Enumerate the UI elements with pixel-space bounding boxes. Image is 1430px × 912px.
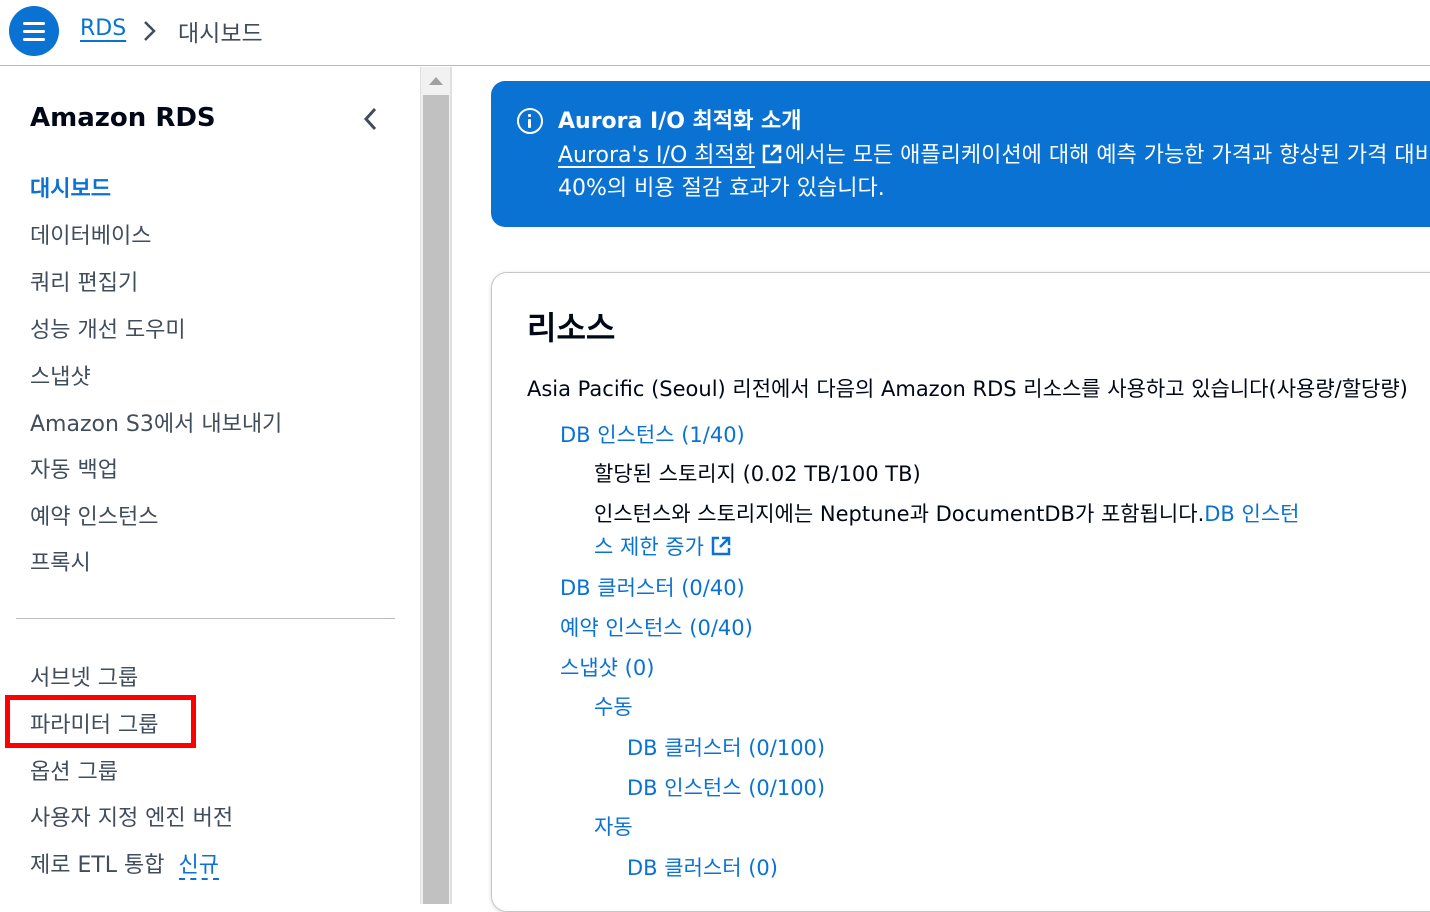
info-banner: Aurora I/O 최적화 소개 Aurora's I/O 최적화 에서는 모… — [491, 81, 1430, 227]
banner-text-line1: Aurora's I/O 최적화 에서는 모든 애플리케이션에 대해 예측 가능… — [558, 137, 1430, 169]
sidebar-item-custom-engine-versions[interactable]: 사용자 지정 엔진 버전 — [30, 800, 233, 832]
storage-note-text: 인스턴스와 스토리지에는 Neptune과 DocumentDB가 포함됩니다. — [594, 502, 1205, 526]
top-navigation-bar: RDS 대시보드 — [0, 0, 1430, 66]
auto-db-clusters-link[interactable]: DB 클러스터 (0) — [627, 852, 778, 882]
external-link-icon — [762, 144, 782, 164]
sidebar-item-subnet-groups[interactable]: 서브넷 그룹 — [30, 660, 138, 692]
sidebar-item-proxies[interactable]: 프록시 — [30, 545, 91, 577]
sidebar-item-reserved-instances[interactable]: 예약 인스턴스 — [30, 499, 158, 531]
aurora-io-optimized-link[interactable]: Aurora's I/O 최적화 — [558, 143, 755, 168]
manual-snapshots-link[interactable]: 수동 — [594, 691, 633, 721]
sidebar-item-query-editor[interactable]: 쿼리 편집기 — [30, 265, 138, 297]
chevron-left-icon[interactable] — [360, 105, 382, 133]
instance-limit-increase-link[interactable]: DB 인스턴 — [1204, 502, 1299, 526]
reserved-instances-link[interactable]: 예약 인스턴스 (0/40) — [560, 612, 753, 642]
chevron-right-icon — [144, 21, 156, 41]
sidebar-item-option-groups[interactable]: 옵션 그룹 — [30, 754, 118, 786]
sidebar-item-automated-backups[interactable]: 자동 백업 — [30, 452, 118, 484]
allocated-storage: 할당된 스토리지 (0.02 TB/100 TB) — [594, 462, 921, 486]
scroll-up-arrow-icon[interactable] — [429, 77, 443, 85]
scrollbar-thumb[interactable] — [423, 95, 449, 904]
sidebar-item-label: 제로 ETL 통합 — [30, 853, 165, 878]
resources-title: 리소스 — [527, 309, 616, 347]
resources-card: 리소스 Asia Pacific (Seoul) 리전에서 다음의 Amazon… — [491, 272, 1430, 912]
automatic-snapshots-link[interactable]: 자동 — [594, 811, 633, 841]
manual-db-clusters-link[interactable]: DB 클러스터 (0/100) — [627, 732, 825, 762]
sidebar-item-zero-etl[interactable]: 제로 ETL 통합 신규 — [30, 847, 220, 880]
limit-link-text: 스 제한 증가 — [594, 535, 704, 559]
highlight-box — [5, 695, 196, 748]
hamburger-menu-icon[interactable] — [9, 6, 59, 56]
sidebar-title: Amazon RDS — [30, 103, 216, 133]
breadcrumb-current: 대시보드 — [178, 21, 263, 47]
snapshots-link[interactable]: 스냅샷 (0) — [560, 652, 654, 682]
storage-note: 인스턴스와 스토리지에는 Neptune과 DocumentDB가 포함됩니다.… — [594, 498, 1299, 528]
banner-title: Aurora I/O 최적화 소개 — [558, 109, 802, 134]
instance-limit-increase-link-cont[interactable]: 스 제한 증가 — [594, 531, 732, 561]
banner-text-rest: 에서는 모든 애플리케이션에 대해 예측 가능한 가격과 향상된 가격 대비 성… — [784, 143, 1430, 168]
resources-description: Asia Pacific (Seoul) 리전에서 다음의 Amazon RDS… — [527, 377, 1408, 401]
content-separator — [450, 67, 452, 904]
info-icon — [517, 108, 543, 134]
external-link-icon — [711, 536, 731, 556]
manual-db-instances-link[interactable]: DB 인스턴스 (0/100) — [627, 772, 825, 802]
sidebar-item-dashboard[interactable]: 대시보드 — [30, 171, 111, 203]
sidebar-item-performance-insights[interactable]: 성능 개선 도우미 — [30, 312, 186, 344]
sidebar-item-exports-s3[interactable]: Amazon S3에서 내보내기 — [30, 406, 282, 438]
banner-text-line2: 40%의 비용 절감 효과가 있습니다. — [558, 176, 885, 201]
sidebar-divider — [16, 618, 395, 619]
breadcrumb-rds-link[interactable]: RDS — [80, 16, 126, 41]
db-instances-link[interactable]: DB 인스턴스 (1/40) — [560, 419, 745, 449]
sidebar-scrollbar[interactable] — [420, 67, 450, 904]
sidebar-navigation: Amazon RDS 대시보드 데이터베이스 쿼리 편집기 성능 개선 도우미 … — [0, 67, 420, 904]
sidebar-item-databases[interactable]: 데이터베이스 — [30, 218, 151, 250]
db-clusters-link[interactable]: DB 클러스터 (0/40) — [560, 572, 745, 602]
new-badge: 신규 — [178, 853, 220, 880]
sidebar-item-snapshots[interactable]: 스냅샷 — [30, 359, 91, 391]
